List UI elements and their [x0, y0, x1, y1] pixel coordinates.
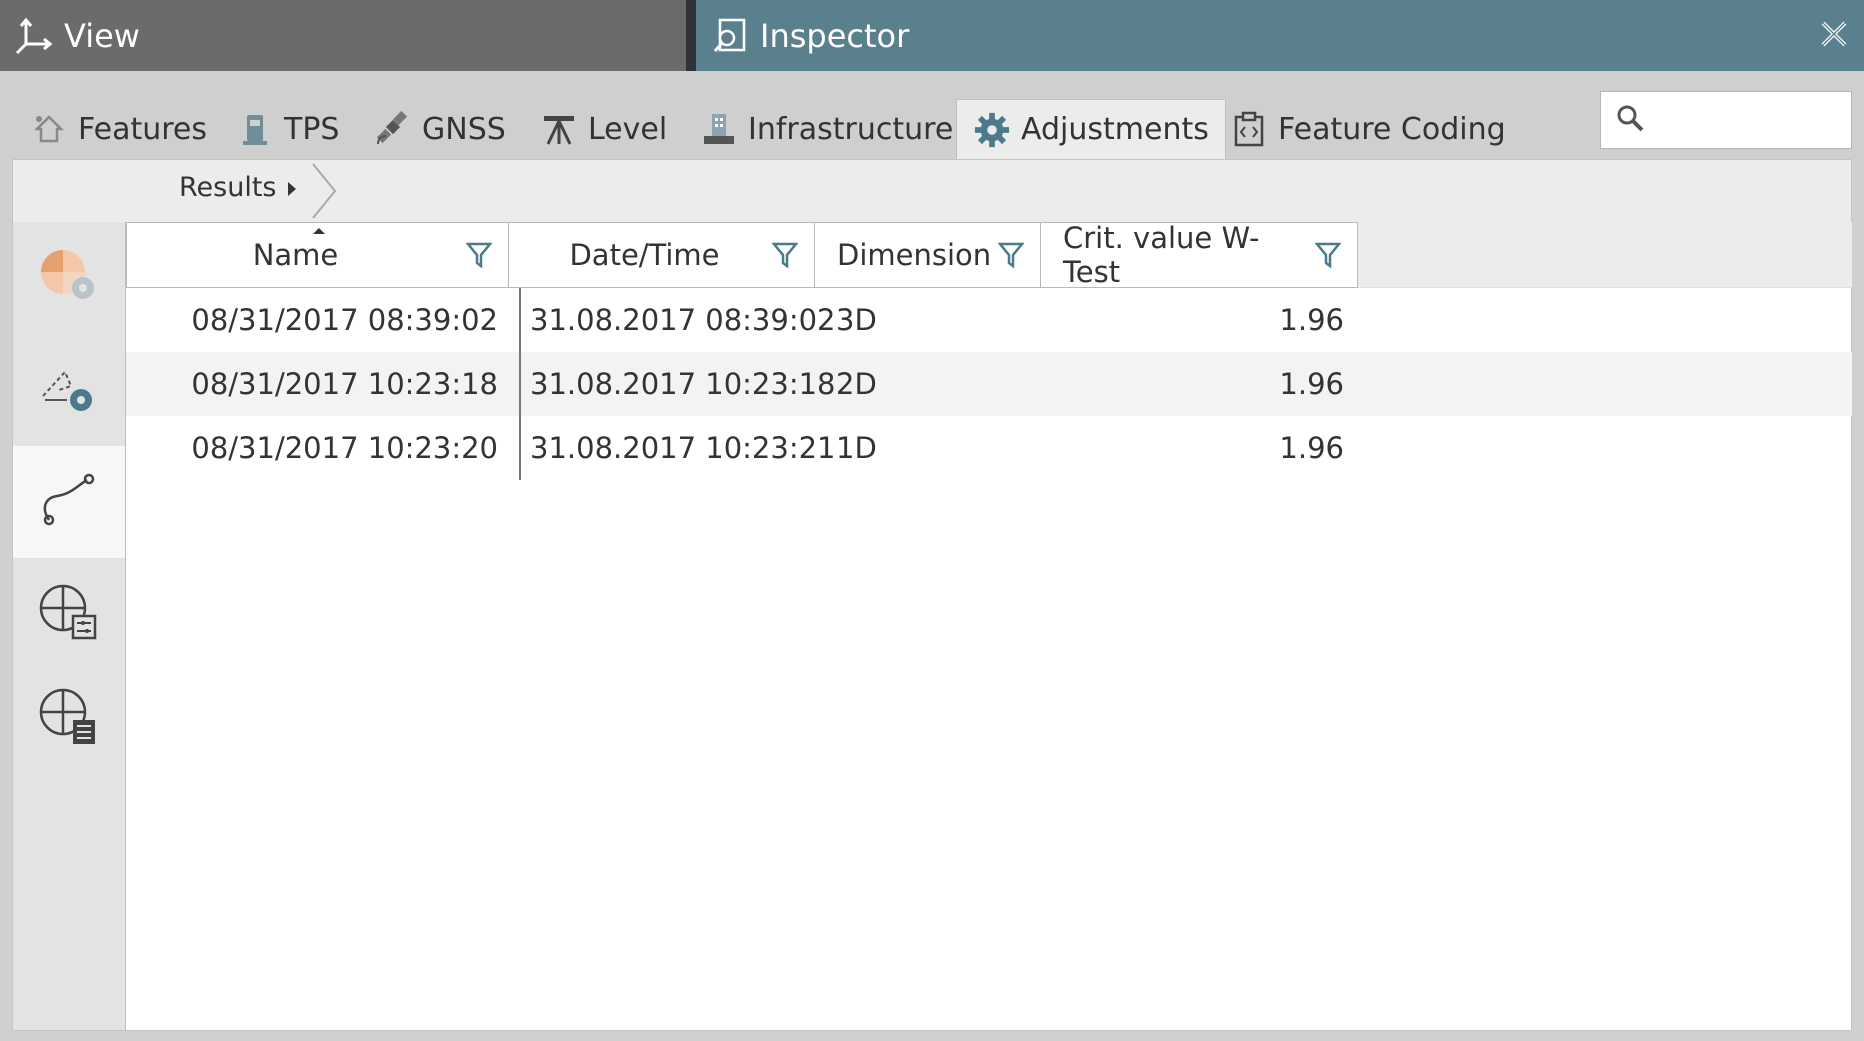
search-box[interactable]	[1600, 91, 1852, 149]
view-panel-header[interactable]: View	[0, 0, 686, 71]
cell-crit-value: 1.96	[1279, 303, 1344, 337]
tab-tps[interactable]: TPS	[236, 99, 339, 159]
sidebar-item-globe-settings[interactable]	[13, 558, 125, 670]
panel-splitter[interactable]	[686, 0, 696, 71]
tab-label: Infrastructure	[748, 111, 954, 147]
column-header-crit-value[interactable]: Crit. value W-Test	[1040, 221, 1358, 289]
tab-feature-coding[interactable]: Feature Coding	[1230, 99, 1506, 159]
tab-level[interactable]: Level	[540, 99, 667, 159]
breadcrumb-separator-icon	[312, 163, 337, 219]
column-divider[interactable]	[519, 288, 521, 480]
infrastructure-icon	[700, 110, 738, 148]
results-table: Name Date/Time Dimension Crit. value W-T…	[125, 221, 1852, 1030]
table-row[interactable]: 08/31/2017 10:23:18 31.08.2017 10:23:18 …	[126, 352, 1852, 416]
cell-crit-value: 1.96	[1279, 367, 1344, 401]
cell-crit-value: 1.96	[1279, 431, 1344, 465]
filter-icon[interactable]	[464, 240, 494, 270]
tps-icon	[236, 110, 274, 148]
table-row[interactable]: 08/31/2017 10:23:20 31.08.2017 10:23:21 …	[126, 416, 1852, 480]
adjustment-pie-gear-icon	[37, 244, 101, 312]
column-header-datetime[interactable]: Date/Time	[508, 222, 815, 288]
sort-ascending-icon	[313, 228, 325, 234]
cell-dimension: 2D	[836, 367, 877, 401]
tab-adjustments[interactable]: Adjustments	[956, 99, 1226, 159]
features-icon	[30, 110, 68, 148]
gear-icon	[973, 111, 1011, 149]
cell-name: 08/31/2017 10:23:18	[191, 367, 498, 401]
table-row[interactable]: 08/31/2017 08:39:02 31.08.2017 08:39:02 …	[126, 288, 1852, 352]
axes-icon	[14, 16, 54, 56]
cell-name: 08/31/2017 10:23:20	[191, 431, 498, 465]
cell-datetime: 31.08.2017 10:23:18	[530, 367, 836, 401]
tab-strip: Features TPS GNSS Level Infrastructure A…	[0, 71, 1864, 159]
tab-label: GNSS	[422, 111, 506, 147]
tab-label: Feature Coding	[1278, 111, 1506, 147]
filter-icon[interactable]	[770, 240, 800, 270]
title-bar: View Inspector	[0, 0, 1864, 71]
breadcrumb-results[interactable]: Results	[179, 172, 277, 203]
tab-label: Adjustments	[1021, 112, 1209, 147]
tab-label: Features	[78, 111, 207, 147]
sidebar-item-globe-report[interactable]	[13, 670, 125, 770]
cell-dimension: 3D	[836, 303, 877, 337]
content-frame: Results Name Date/Time Dimension Crit. v…	[12, 159, 1852, 1031]
table-header: Name Date/Time Dimension Crit. value W-T…	[126, 221, 1852, 289]
breadcrumb: Results	[13, 160, 1851, 222]
inspector-title: Inspector	[760, 16, 910, 55]
column-header-name[interactable]: Name	[126, 222, 509, 288]
tab-gnss[interactable]: GNSS	[374, 99, 506, 159]
globe-report-icon	[35, 684, 103, 756]
left-sidebar	[13, 222, 125, 1030]
level-icon	[540, 110, 578, 148]
tab-features[interactable]: Features	[30, 99, 207, 159]
tab-infrastructure[interactable]: Infrastructure	[700, 99, 953, 159]
tab-label: TPS	[284, 111, 340, 147]
view-title: View	[64, 16, 140, 55]
globe-settings-icon	[35, 578, 103, 650]
close-icon[interactable]	[1816, 16, 1852, 52]
sidebar-item-trajectory[interactable]	[13, 446, 125, 558]
column-header-dimension[interactable]: Dimension	[814, 222, 1041, 288]
sidebar-item-adjustment[interactable]	[13, 222, 125, 334]
cell-datetime: 31.08.2017 08:39:02	[530, 303, 836, 337]
feature-coding-icon	[1230, 110, 1268, 148]
tab-label: Level	[588, 111, 668, 147]
inspector-panel-header: Inspector	[696, 0, 1864, 71]
cell-name: 08/31/2017 08:39:02	[191, 303, 498, 337]
satellite-icon	[374, 110, 412, 148]
inspector-icon	[710, 16, 750, 56]
sidebar-item-network[interactable]	[13, 334, 125, 446]
cell-datetime: 31.08.2017 10:23:21	[530, 431, 836, 465]
trajectory-icon	[37, 468, 101, 536]
search-icon	[1615, 103, 1645, 137]
breadcrumb-dropdown-arrow-icon[interactable]	[288, 182, 296, 196]
network-gear-icon	[37, 356, 101, 424]
search-input[interactable]	[1653, 100, 1843, 140]
filter-icon[interactable]	[1313, 240, 1343, 270]
filter-icon[interactable]	[996, 240, 1026, 270]
cell-dimension: 1D	[836, 431, 877, 465]
